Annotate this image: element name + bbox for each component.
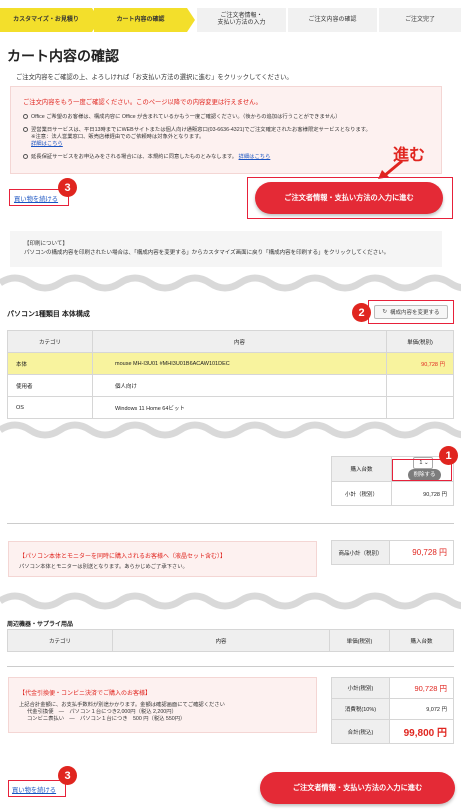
notice-bullet: Office ご希望のお客様は、構成内容に Office が含まれているかもう一… — [23, 114, 341, 121]
change-config-button[interactable]: ↻ 構成内容を変更する — [374, 305, 448, 319]
badge-1: 1 — [439, 446, 458, 465]
notice-bullet-sub: ※注意：法人営業窓口、販売店様経由でのご依頼時は対象外となります。 — [31, 134, 205, 140]
header-content: 内容 — [92, 330, 387, 353]
step-orderer-info: ご注文者情報・ 支払い方法の入力 — [197, 8, 286, 32]
bullet-circle-icon — [23, 154, 28, 159]
monitor-notice-title: 【パソコン本体とモニターを同時に購入されるお客様へ（液晶セット含む）】 — [19, 554, 227, 560]
step-order-confirm: ご注文内容の確認 — [286, 8, 377, 32]
warranty-detail-link[interactable]: 詳細はこちら — [239, 154, 271, 160]
print-info-box: 【印刷について】 パソコンの構成内容を印刷されたい場合は、「構成内容を変更する」… — [10, 231, 442, 267]
header-price: 単価(税別) — [386, 330, 454, 353]
table-header-row: カテゴリ 内容 単価(税別) — [7, 330, 454, 353]
intro-text: ご注文内容をご確認の上、よろしければ「お支払い方法の選択に進む」をクリックしてく… — [16, 74, 293, 81]
step-order-complete: ご注文完了 — [377, 8, 461, 32]
divider — [7, 666, 454, 667]
table-row: 使用者 個人向け — [7, 374, 454, 397]
cod-notice: 【代金引換便・コンビニ決済でご購入のお客様】 上記合計金額に、お支払手数料が別途… — [8, 677, 317, 733]
checkout-steps: カスタマイズ・お見積り カート内容の確認 ご注文者情報・ 支払い方法の入力 ご注… — [0, 8, 461, 32]
badge-3: 3 — [58, 178, 77, 197]
step-cart-confirm: カート内容の確認 — [94, 8, 195, 32]
peripheral-section-title: 周辺機器・サプライ用品 — [7, 622, 74, 628]
page-break-wave — [0, 274, 461, 292]
notice-bullet: 翌営業日サービスは、平日13時までにWEBサイトまたは個人向け通販窓口(03-6… — [23, 127, 371, 134]
proceed-button[interactable]: ご注文者情報・支払い方法の入力に進む — [255, 182, 443, 214]
totals-table: 小計(税別) 90,728 円 消費税(10%) 9,072 円 合計(税込) … — [331, 677, 454, 744]
highlight-frame: ↻ 構成内容を変更する — [368, 300, 454, 324]
continue-shopping-link-bottom[interactable]: 買い物を続ける — [12, 785, 56, 794]
product-subtotal-table: 商品小計（税別） 90,728 円 — [331, 540, 454, 565]
table-row: OS Windows 11 Home 64ビット — [7, 396, 454, 419]
page-break-wave — [0, 592, 461, 610]
print-info-title: 【印刷について】 — [24, 241, 68, 247]
cod-notice-title: 【代金引換便・コンビニ決済でご購入のお客様】 — [19, 691, 152, 697]
bullet-circle-icon — [23, 127, 28, 132]
bullet-circle-icon — [23, 114, 28, 119]
print-info-text: パソコンの構成内容を印刷されたい場合は、「構成内容を変更する」からカスタマイズ画… — [24, 250, 390, 256]
badge-2: 2 — [352, 303, 371, 322]
pc-section-title: パソコン1種類目 本体構成 — [7, 311, 90, 318]
header-category: カテゴリ — [7, 330, 93, 353]
page-break-wave — [0, 421, 461, 441]
page-title: カート内容の確認 — [7, 48, 119, 64]
monitor-notice: 【パソコン本体とモニターを同時に購入されるお客様へ（液晶セット含む）】 パソコン… — [8, 541, 317, 577]
notice-title: ご注文内容をもう一度ご確認ください。このページ以降での内容変更は行えません。 — [23, 99, 262, 106]
qty-label: 購入台数 — [331, 456, 392, 482]
proceed-button-bottom[interactable]: ご注文者情報・支払い方法の入力に進む — [260, 772, 455, 804]
table-row: 本体 mouse MH-I3U01 #MHI3U01B6ACAW101DEC 9… — [7, 352, 454, 375]
spec-table: カテゴリ 内容 単価(税別) 本体 mouse MH-I3U01 #MHI3U0… — [7, 330, 454, 419]
notice-detail-link[interactable]: 詳細はこちら — [31, 141, 63, 148]
step-customize: カスタマイズ・お見積り — [0, 8, 100, 32]
subtotal-value: 90,728 円 — [391, 481, 454, 506]
refresh-icon: ↻ — [382, 309, 388, 315]
badge-3-bottom: 3 — [58, 766, 77, 785]
continue-shopping-link[interactable]: 買い物を続ける — [14, 194, 58, 203]
peripheral-table: カテゴリ 内容 単価(税別) 購入台数 — [7, 629, 454, 652]
notice-bullet: 延長保証サービスをお申込みをされる場合には、本規約に同意したものとみなします。 … — [23, 154, 270, 161]
divider — [7, 523, 454, 524]
monitor-notice-body: パソコン本体とモニターは別送となります。あらかじめご了承下さい。 — [19, 564, 188, 570]
subtotal-label: 小計（税別） — [331, 481, 392, 506]
